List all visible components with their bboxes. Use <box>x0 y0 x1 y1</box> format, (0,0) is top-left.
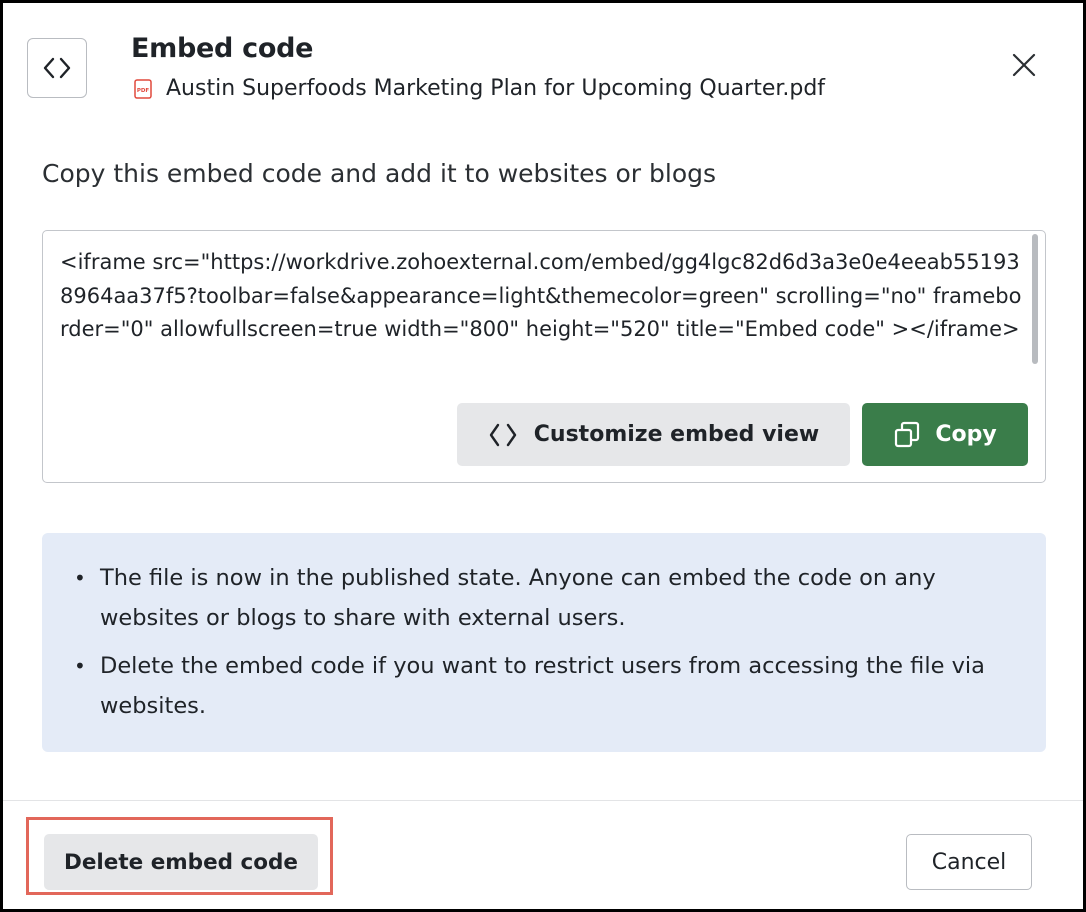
dialog-title: Embed code <box>131 33 314 64</box>
close-icon <box>1012 53 1036 77</box>
copy-label: Copy <box>935 422 997 447</box>
code-icon <box>489 423 516 446</box>
embed-code-text[interactable]: <iframe src="https://workdrive.zohoexter… <box>60 246 1028 390</box>
embed-code-box[interactable]: <iframe src="https://workdrive.zohoexter… <box>42 230 1046 483</box>
pdf-file-icon: PDF <box>134 78 152 99</box>
svg-text:PDF: PDF <box>137 88 150 94</box>
code-scrollbar[interactable] <box>1032 234 1038 364</box>
instruction-text: Copy this embed code and add it to websi… <box>42 159 717 188</box>
info-item: Delete the embed code if you want to res… <box>74 646 1016 726</box>
delete-embed-code-button[interactable]: Delete embed code <box>44 834 318 890</box>
cancel-button[interactable]: Cancel <box>906 834 1032 890</box>
copy-icon <box>895 421 920 447</box>
code-icon <box>27 38 87 98</box>
customize-embed-view-button[interactable]: Customize embed view <box>457 403 850 466</box>
footer-divider <box>3 800 1083 801</box>
file-info: PDF Austin Superfoods Marketing Plan for… <box>134 76 825 101</box>
copy-button[interactable]: Copy <box>862 403 1028 466</box>
close-button[interactable] <box>1006 47 1042 83</box>
info-item: The file is now in the published state. … <box>74 558 1016 638</box>
embed-code-dialog: Embed code PDF Austin Superfoods Marketi… <box>0 0 1086 912</box>
file-name: Austin Superfoods Marketing Plan for Upc… <box>166 76 826 101</box>
customize-embed-view-label: Customize embed view <box>533 422 820 447</box>
info-box: The file is now in the published state. … <box>42 533 1046 752</box>
info-list: The file is now in the published state. … <box>74 558 1016 726</box>
